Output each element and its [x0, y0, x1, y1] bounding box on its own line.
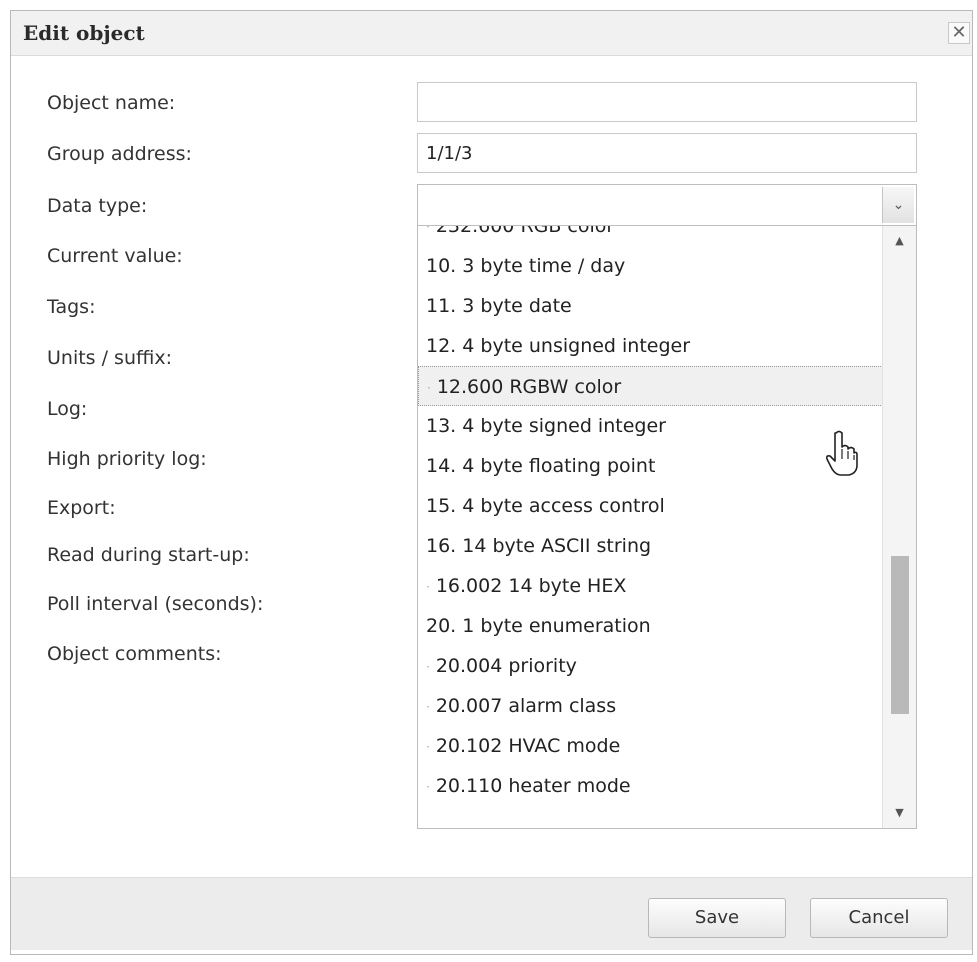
- dropdown-option-label: 20.007 alarm class: [435, 695, 617, 717]
- dropdown-option[interactable]: 20. 1 byte enumeration: [418, 606, 883, 646]
- dropdown-option[interactable]: · 20.110 heater mode: [418, 766, 883, 806]
- dropdown-option[interactable]: 14. 4 byte floating point: [418, 446, 883, 486]
- dropdown-option-label: 20.102 HVAC mode: [435, 735, 621, 757]
- dropdown-option-label: 16.002 14 byte HEX: [435, 575, 627, 597]
- dropdown-items: · 232.600 RGB color 10. 3 byte time / day 1…: [418, 225, 883, 806]
- dialog-title: Edit object: [23, 21, 145, 45]
- bullet-icon: ·: [426, 225, 430, 234]
- dropdown-option-label: 12. 4 byte unsigned integer: [426, 335, 691, 357]
- current-value-label: Current value:: [47, 245, 183, 267]
- dropdown-option[interactable]: 10. 3 byte time / day: [418, 246, 883, 286]
- dropdown-option-label: 16. 14 byte ASCII string: [426, 535, 652, 557]
- dropdown-option-label: 20. 1 byte enumeration: [426, 615, 651, 637]
- dropdown-option-label: 11. 3 byte date: [426, 295, 572, 317]
- chevron-down-icon[interactable]: ⌄: [882, 187, 914, 223]
- scroll-down-arrow-icon[interactable]: ▼: [883, 798, 916, 828]
- cancel-button[interactable]: Cancel: [810, 898, 948, 938]
- read-during-startup-label: Read during start-up:: [47, 544, 250, 566]
- scroll-thumb[interactable]: [891, 556, 909, 714]
- save-button[interactable]: Save: [648, 898, 786, 938]
- dropdown-option-label: 232.600 RGB color: [435, 225, 615, 237]
- dropdown-option[interactable]: 13. 4 byte signed integer: [418, 406, 883, 446]
- dropdown-option[interactable]: 16. 14 byte ASCII string: [418, 526, 883, 566]
- object-name-label: Object name:: [47, 92, 176, 114]
- poll-interval-label: Poll interval (seconds):: [47, 593, 264, 615]
- dropdown-option[interactable]: · 20.004 priority: [418, 646, 883, 686]
- dropdown-scrollbar[interactable]: ▲ ▼: [882, 226, 916, 828]
- data-type-label: Data type:: [47, 195, 148, 217]
- bullet-icon: ·: [426, 579, 430, 594]
- scroll-up-arrow-icon[interactable]: ▲: [883, 226, 916, 256]
- dropdown-option[interactable]: 12. 4 byte unsigned integer: [418, 326, 883, 366]
- bullet-icon: ·: [426, 659, 430, 674]
- object-name-input[interactable]: [417, 82, 917, 122]
- dropdown-option-label: 14. 4 byte floating point: [426, 455, 656, 477]
- dropdown-option[interactable]: 11. 3 byte date: [418, 286, 883, 326]
- data-type-select[interactable]: ⌄: [417, 184, 917, 226]
- bullet-icon: ·: [426, 739, 430, 754]
- data-type-dropdown-list[interactable]: · 232.600 RGB color 10. 3 byte time / day 1…: [417, 225, 917, 829]
- dropdown-option-label: 12.600 RGBW color: [436, 376, 622, 398]
- close-button[interactable]: ✕: [948, 22, 970, 44]
- edit-object-dialog: Edit object ✕ Object name: Group address…: [10, 10, 973, 955]
- group-address-label: Group address:: [47, 143, 192, 165]
- high-priority-log-label: High priority log:: [47, 448, 207, 470]
- dropdown-option-label: 20.004 priority: [435, 655, 577, 677]
- tags-label: Tags:: [47, 296, 96, 318]
- group-address-input[interactable]: [417, 133, 917, 173]
- log-label: Log:: [47, 398, 88, 420]
- dropdown-option[interactable]: · 12.600 RGBW color: [418, 366, 883, 406]
- bullet-icon: ·: [426, 779, 430, 794]
- dropdown-option-label: 20.110 heater mode: [435, 775, 631, 797]
- dialog-titlebar: Edit object ✕: [11, 11, 972, 56]
- dropdown-option-label: 10. 3 byte time / day: [426, 255, 626, 277]
- dropdown-option[interactable]: 15. 4 byte access control: [418, 486, 883, 526]
- bullet-icon: ·: [426, 699, 430, 714]
- export-label: Export:: [47, 497, 116, 519]
- dropdown-option[interactable]: · 16.002 14 byte HEX: [418, 566, 883, 606]
- dropdown-option-label: 15. 4 byte access control: [426, 495, 665, 517]
- dialog-footer: Save Cancel: [11, 877, 972, 950]
- units-suffix-label: Units / suffix:: [47, 347, 173, 369]
- dropdown-option[interactable]: · 20.102 HVAC mode: [418, 726, 883, 766]
- hand-pointer-cursor-icon: [826, 430, 858, 476]
- bullet-icon: ·: [427, 380, 431, 395]
- dropdown-option[interactable]: · 232.600 RGB color: [418, 225, 883, 246]
- object-comments-label: Object comments:: [47, 643, 222, 665]
- dropdown-option[interactable]: · 20.007 alarm class: [418, 686, 883, 726]
- dropdown-option-label: 13. 4 byte signed integer: [426, 415, 666, 437]
